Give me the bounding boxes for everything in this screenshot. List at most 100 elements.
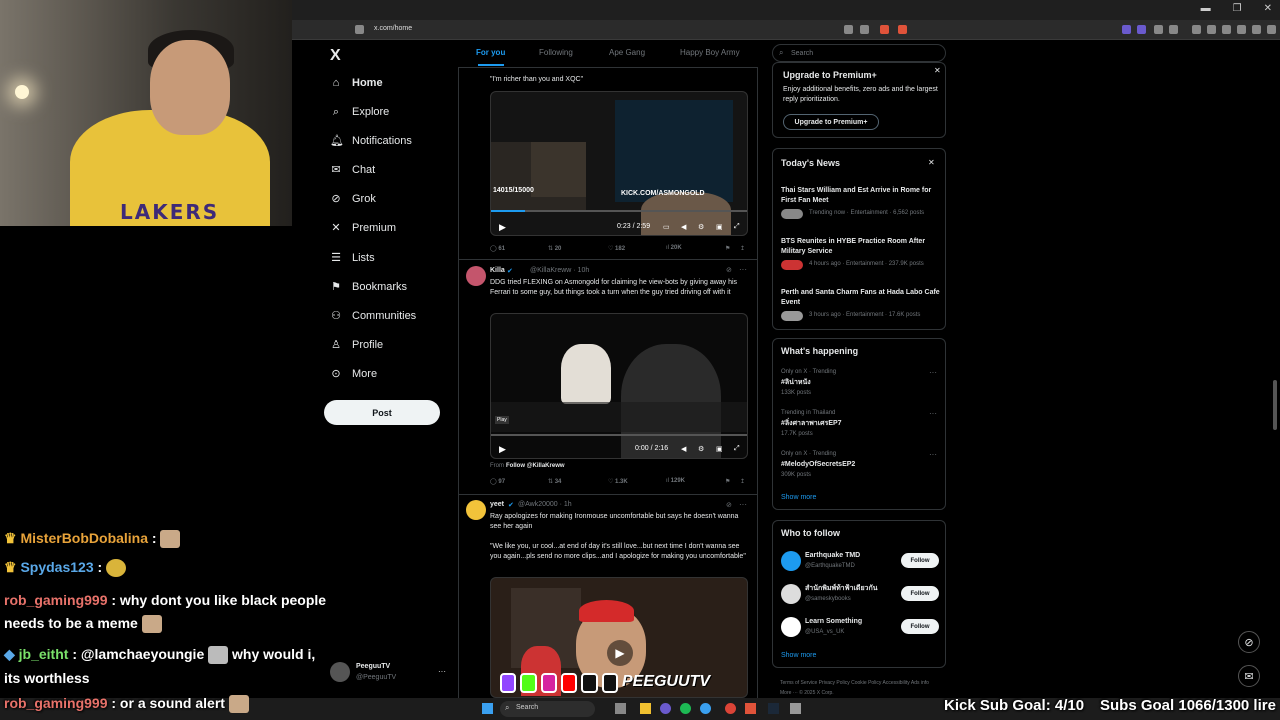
trend-tag[interactable]: #MelodyOfSecretsEP2: [781, 460, 855, 470]
search-input[interactable]: Search: [791, 50, 813, 57]
chrome-icon[interactable]: [725, 703, 736, 714]
volume-icon[interactable]: ◀︎: [681, 445, 686, 453]
share-icon[interactable]: ↥: [740, 478, 745, 485]
vpn-icon[interactable]: [1237, 25, 1246, 34]
pip-icon[interactable]: ▣: [716, 223, 723, 231]
media-source-link[interactable]: Follow @KillaKreww: [506, 463, 565, 469]
follow-button[interactable]: Follow: [901, 619, 939, 634]
restore-icon[interactable]: ❐: [1233, 3, 1242, 14]
more-icon[interactable]: ···: [739, 500, 747, 509]
avatar[interactable]: [781, 617, 801, 637]
grok-fab-icon[interactable]: ⊘: [1238, 631, 1260, 653]
brave-shield-icon[interactable]: [880, 25, 889, 34]
edge-icon[interactable]: [700, 703, 711, 714]
show-more-link[interactable]: Show more: [781, 494, 816, 501]
nav-notifications[interactable]: 🔔︎ Notifications: [330, 135, 412, 147]
repost-button[interactable]: ⇅ 34: [548, 478, 561, 485]
reading-list-icon[interactable]: [1207, 25, 1216, 34]
nav-bookmarks[interactable]: ⚑ Bookmarks: [330, 281, 407, 293]
steam-icon[interactable]: [768, 703, 779, 714]
share-icon[interactable]: ↥: [740, 245, 745, 252]
nav-chat[interactable]: ✉ Chat: [330, 164, 375, 176]
views-button[interactable]: ıl 129K: [666, 478, 685, 484]
suggest-name[interactable]: Learn Something: [805, 617, 862, 627]
fullscreen-icon[interactable]: ⤢: [734, 223, 740, 231]
app-icon[interactable]: [660, 703, 671, 714]
wallet-icon[interactable]: [1169, 25, 1178, 34]
nav-profile[interactable]: ♙ Profile: [330, 339, 383, 351]
spotify-icon[interactable]: [680, 703, 691, 714]
reply-button[interactable]: ◯ 61: [490, 245, 505, 252]
avatar[interactable]: [781, 551, 801, 571]
tweet-video[interactable]: 14015/15000 KICK.COM/ASMONGOLD ▶ 0:23 / …: [490, 91, 748, 236]
bookmark-icon[interactable]: ⚑: [725, 245, 730, 252]
tweet-author-name[interactable]: yeet: [490, 501, 504, 508]
tweet-video[interactable]: Play ▶ 0:00 / 2:16 ◀︎ ⚙ ▣ ⤢: [490, 313, 748, 459]
brave-icon[interactable]: [745, 703, 756, 714]
play-icon[interactable]: ▶: [499, 444, 506, 455]
trend-tag[interactable]: #ลิน่าหนัง: [781, 378, 811, 388]
repost-button[interactable]: ⇅ 20: [548, 245, 561, 252]
extension-icon[interactable]: [1137, 25, 1146, 34]
follow-button[interactable]: Follow: [901, 553, 939, 568]
upgrade-button[interactable]: Upgrade to Premium+: [783, 114, 879, 130]
pip-icon[interactable]: ▣: [716, 445, 723, 453]
video-progress[interactable]: [491, 434, 747, 436]
tweet-author-handle[interactable]: @Awk20000 · 1h: [518, 501, 572, 508]
fullscreen-icon[interactable]: ⤢: [734, 445, 740, 453]
share-icon[interactable]: [860, 25, 869, 34]
footer-links[interactable]: Terms of Service Privacy Policy Cookie P…: [780, 678, 940, 698]
close-icon[interactable]: ✕: [928, 158, 935, 167]
more-icon[interactable]: ···: [929, 409, 937, 418]
settings-icon[interactable]: ⚙: [698, 223, 704, 231]
windows-start-icon[interactable]: [482, 703, 493, 714]
tab-happy-boy-army[interactable]: Happy Boy Army: [680, 48, 740, 57]
nav-premium[interactable]: ✕ Premium: [330, 222, 396, 234]
more-icon[interactable]: ···: [929, 368, 937, 377]
suggest-name[interactable]: Earthquake TMD: [805, 551, 860, 561]
post-button[interactable]: Post: [324, 400, 440, 425]
url-field[interactable]: x.com/home: [374, 25, 412, 32]
nav-communities[interactable]: ⚇ Communities: [330, 310, 416, 322]
play-icon[interactable]: ▶: [499, 222, 506, 233]
play-icon[interactable]: ▶: [607, 640, 633, 666]
more-icon[interactable]: ···: [739, 265, 747, 274]
avatar[interactable]: [781, 584, 801, 604]
taskview-icon[interactable]: [615, 703, 626, 714]
video-progress[interactable]: [491, 210, 747, 212]
close-icon[interactable]: ✕: [934, 66, 941, 75]
like-button[interactable]: ♡ 1.3K: [608, 478, 628, 485]
avatar[interactable]: [466, 266, 486, 286]
rewards-icon[interactable]: [898, 25, 907, 34]
bookmark-icon[interactable]: ⚑: [725, 478, 730, 485]
nav-grok[interactable]: ⊘ Grok: [330, 193, 375, 205]
captions-icon[interactable]: ▭: [663, 223, 670, 231]
tab-following[interactable]: Following: [539, 48, 573, 57]
account-more-icon[interactable]: ···: [438, 667, 446, 676]
messages-fab-icon[interactable]: ✉: [1238, 665, 1260, 687]
reply-button[interactable]: ◯ 97: [490, 478, 505, 485]
news-headline[interactable]: BTS Reunites in HYBE Practice Room After…: [781, 237, 941, 257]
x-logo[interactable]: X: [330, 47, 341, 65]
news-headline[interactable]: Thai Stars William and Est Arrive in Rom…: [781, 186, 936, 206]
news-headline[interactable]: Perth and Santa Charm Fans at Hada Labo …: [781, 288, 941, 308]
bookmark-icon[interactable]: [355, 25, 364, 34]
grok-icon[interactable]: ⊘: [726, 501, 732, 509]
like-button[interactable]: ♡ 182: [608, 245, 625, 252]
views-button[interactable]: ıl 20K: [666, 245, 682, 251]
nav-lists[interactable]: ☰ Lists: [330, 252, 375, 264]
nav-explore[interactable]: ⌕ Explore: [330, 106, 389, 118]
taskbar-search[interactable]: [500, 701, 595, 717]
sidebar-icon[interactable]: [1192, 25, 1201, 34]
grok-icon[interactable]: ⊘: [726, 266, 732, 274]
follow-button[interactable]: Follow: [901, 586, 939, 601]
nav-more[interactable]: ⊙ More: [330, 368, 377, 380]
menu-icon[interactable]: [1267, 25, 1276, 34]
trend-tag[interactable]: #ลิ่งศาลาพาเศรEP7: [781, 419, 842, 429]
scrollbar[interactable]: [1273, 380, 1277, 430]
tweet-author-name[interactable]: Killa: [490, 267, 505, 274]
nav-home[interactable]: ⌂ Home: [330, 77, 383, 89]
settings-icon[interactable]: [790, 703, 801, 714]
shield-icon[interactable]: [1252, 25, 1261, 34]
account-name[interactable]: PeeguuTV: [356, 663, 390, 670]
